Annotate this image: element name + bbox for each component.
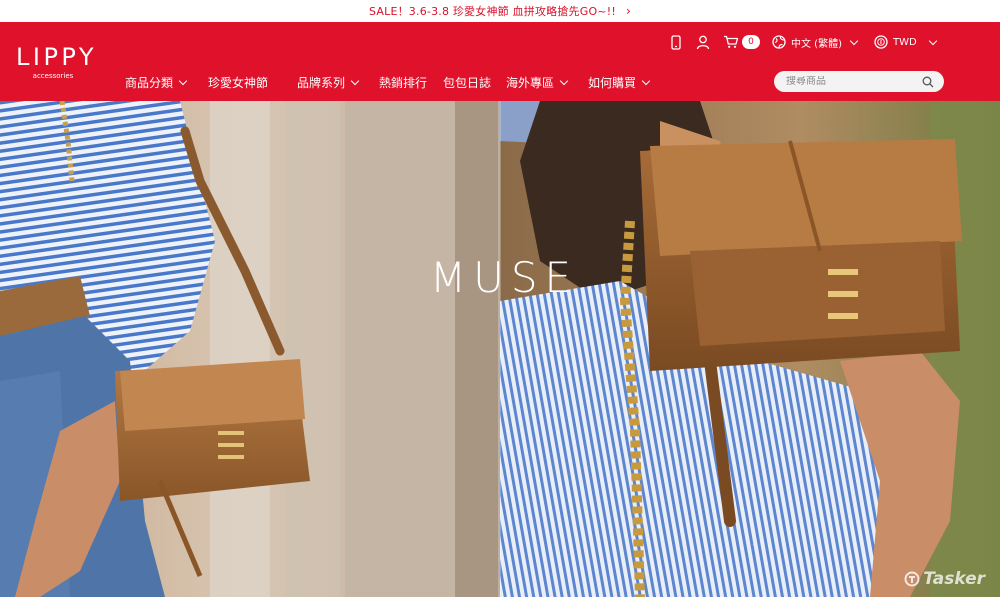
watermark-logo-icon <box>904 571 920 587</box>
hero-banner[interactable]: MUSE Tasker <box>0 101 1000 597</box>
nav-item-overseas[interactable]: 海外專區 <box>506 73 569 91</box>
nav-item-label: 包包日誌 <box>443 75 492 90</box>
nav-item-label: 熱銷排行 <box>379 75 428 90</box>
hero-title: MUSE <box>429 253 579 302</box>
cart-count-badge: 0 <box>742 35 760 49</box>
hero-image <box>0 101 1000 597</box>
cart-button[interactable]: 0 <box>723 32 760 52</box>
nav-item-label: 珍愛女神節 <box>208 75 269 90</box>
mobile-icon[interactable] <box>670 32 682 52</box>
currency-icon <box>874 35 888 49</box>
search-bar[interactable] <box>774 71 944 92</box>
nav-item-best-sellers[interactable]: 熱銷排行 <box>379 73 427 91</box>
chevron-down-icon <box>849 36 859 45</box>
nav-item-categories[interactable]: 商品分類 <box>125 73 188 91</box>
nav-item-label: 商品分類 <box>125 75 174 90</box>
watermark: Tasker <box>904 569 985 589</box>
nav-item-label: 如何購買 <box>588 75 637 90</box>
announcement-text[interactable]: SALE！3.6-3.8 珍愛女神節 血拼攻略搶先GO~!! <box>369 3 616 19</box>
chevron-right-icon[interactable]: › <box>626 4 631 18</box>
nav-item-brand-series[interactable]: 品牌系列 <box>297 73 360 91</box>
chevron-down-icon <box>559 76 569 85</box>
language-label: 中文 (繁體) <box>791 38 842 50</box>
chevron-down-icon <box>928 36 937 45</box>
currency-label: TWD <box>893 36 917 48</box>
watermark-text: Tasker <box>923 569 985 589</box>
chevron-down-icon <box>350 76 360 85</box>
search-icon[interactable] <box>922 76 934 88</box>
chevron-down-icon <box>178 76 188 85</box>
globe-icon <box>772 35 786 49</box>
user-icon[interactable] <box>696 32 710 52</box>
brand-logo[interactable]: LIPPY accessories <box>16 45 96 80</box>
nav-item-how-to-buy[interactable]: 如何購買 <box>588 73 651 91</box>
search-input[interactable] <box>786 76 922 87</box>
site-header: LIPPY accessories 0 中文 (繁體) TWD 商品分類 珍愛女… <box>0 22 1000 101</box>
cart-icon <box>724 35 739 48</box>
currency-selector[interactable]: TWD <box>874 32 937 52</box>
nav-item-goddess-festival[interactable]: 珍愛女神節 <box>208 73 268 91</box>
chevron-down-icon <box>641 76 651 85</box>
language-selector[interactable]: 中文 (繁體) <box>772 32 859 52</box>
nav-item-label: 海外專區 <box>506 75 555 90</box>
brand-name: LIPPY <box>16 43 98 71</box>
announcement-bar[interactable]: SALE！3.6-3.8 珍愛女神節 血拼攻略搶先GO~!! › <box>0 0 1000 22</box>
nav-item-bag-journal[interactable]: 包包日誌 <box>443 73 491 91</box>
brand-tagline: accessories <box>32 72 74 80</box>
nav-item-label: 品牌系列 <box>297 75 346 90</box>
